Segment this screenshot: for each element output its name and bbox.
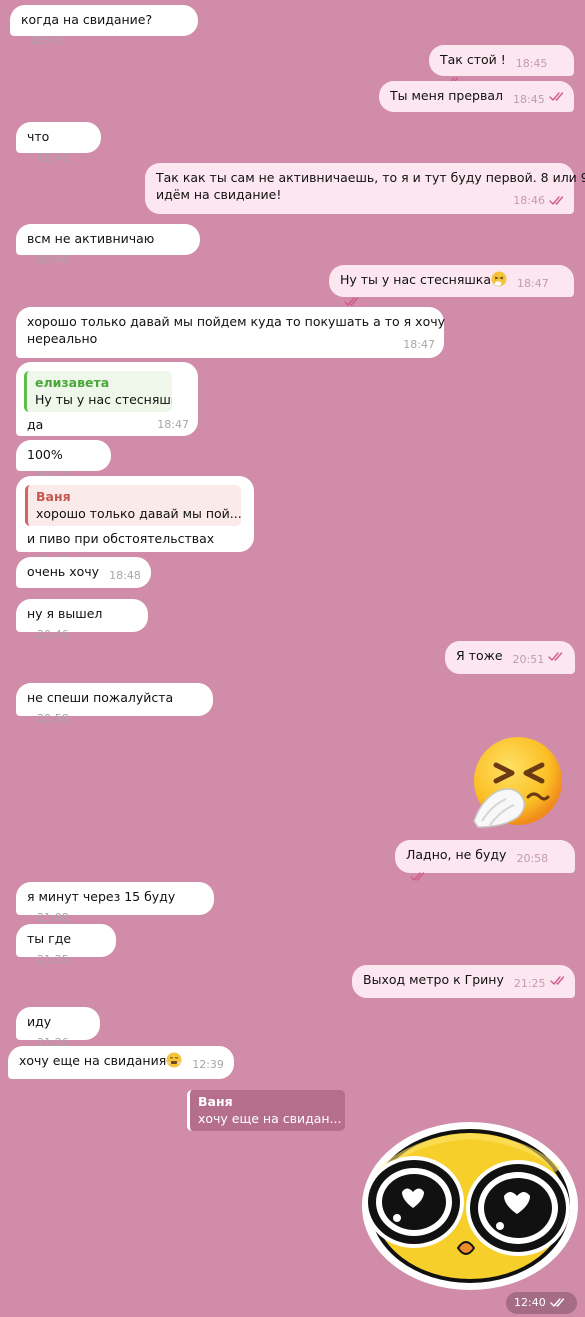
message-time: 21:25 bbox=[37, 953, 69, 966]
reply-author: елизавета bbox=[35, 375, 110, 390]
message-text: Ну ты у нас стесняшка bbox=[340, 272, 492, 287]
message-outgoing[interactable]: Так стой ! 18:45 bbox=[429, 45, 574, 86]
message-outgoing[interactable]: Так как ты сам не активничаешь, то я и т… bbox=[145, 163, 585, 214]
message-text-line: хорошо только давай мы пойдем куда то по… bbox=[27, 314, 445, 329]
message-time: 18:45 bbox=[515, 57, 548, 70]
double-check-icon bbox=[548, 651, 563, 662]
double-check-icon bbox=[410, 871, 425, 882]
message-text: да bbox=[27, 417, 44, 432]
message-incoming[interactable]: не спеши пожалуйста 20:58 bbox=[16, 683, 213, 725]
message-time: 18:45 bbox=[31, 34, 63, 47]
message-incoming[interactable]: хочу еще на свидания 12:39 bbox=[8, 1046, 234, 1079]
chat-history: когда на свидание?18:45 Так стой ! 18:45 … bbox=[0, 0, 585, 1317]
message-incoming[interactable]: я минут через 15 буду21:08 bbox=[16, 882, 214, 924]
message-time: 18:47 bbox=[403, 338, 435, 351]
message-text-line: идём на свидание! bbox=[156, 187, 282, 202]
reply-snippet: Ну ты у нас стесняшк... bbox=[35, 392, 172, 407]
message-text: очень хочу bbox=[27, 564, 100, 579]
message-time: 12:40 bbox=[514, 1296, 546, 1309]
reply-snippet: хочу еще на свидан... bbox=[198, 1111, 342, 1126]
huffing-face-emoji bbox=[166, 1052, 182, 1072]
reply-author: Ваня bbox=[36, 489, 71, 504]
message-incoming[interactable]: очень хочу 18:48 bbox=[16, 557, 151, 588]
reply-author: Ваня bbox=[198, 1094, 233, 1109]
message-outgoing[interactable]: Я тоже 20:51 bbox=[445, 641, 575, 674]
pleading-face-sticker[interactable] bbox=[352, 1110, 580, 1290]
message-time: 18:46 bbox=[513, 194, 545, 207]
message-time: 20:58 bbox=[37, 712, 69, 725]
sticker-time-badge: 12:40 bbox=[506, 1292, 577, 1314]
message-incoming[interactable]: ты где 21:25 bbox=[16, 924, 116, 966]
double-check-icon bbox=[550, 1297, 565, 1308]
message-text: Так стой ! bbox=[440, 52, 506, 67]
message-text: Ты меня прервал bbox=[390, 88, 504, 103]
message-outgoing[interactable]: Выход метро к Грину 21:25 bbox=[352, 965, 575, 998]
sneezing-face-emoji[interactable] bbox=[468, 735, 564, 831]
message-outgoing[interactable]: Ну ты у нас стесняшка 18:47 bbox=[329, 265, 574, 306]
message-text: ну я вышел bbox=[27, 606, 103, 621]
message-incoming[interactable]: что 18:46 bbox=[16, 122, 101, 164]
message-incoming-reply[interactable]: елизавета Ну ты у нас стесняшк... да 18:… bbox=[16, 362, 198, 436]
message-time: 20:58 bbox=[516, 852, 549, 865]
message-time: 18:46 bbox=[37, 253, 69, 266]
message-time: 18:48 bbox=[109, 569, 141, 582]
message-incoming[interactable]: хорошо только давай мы пойдем куда то по… bbox=[16, 307, 445, 358]
message-text-line: нереально bbox=[27, 331, 98, 346]
message-text: Я тоже bbox=[456, 648, 503, 663]
message-incoming[interactable]: всм не активничаю 18:46 bbox=[16, 224, 200, 266]
message-incoming[interactable]: 100%18:47 bbox=[16, 440, 111, 482]
double-check-icon bbox=[549, 195, 564, 206]
reply-snippet: хорошо только давай мы пой... bbox=[36, 506, 241, 521]
message-time: 18:47 bbox=[157, 418, 189, 431]
reply-quote[interactable]: Ваня хорошо только давай мы пой... bbox=[25, 485, 241, 526]
message-text: что bbox=[27, 129, 50, 144]
message-time: 20:46 bbox=[37, 628, 69, 641]
message-text: хочу еще на свидания bbox=[19, 1053, 167, 1068]
double-check-icon bbox=[549, 91, 564, 102]
message-incoming[interactable]: когда на свидание? 18:45 bbox=[10, 5, 198, 47]
message-text: я минут через 15 буду bbox=[27, 889, 176, 904]
message-text: и пиво при обстоятельствах bbox=[27, 531, 215, 546]
message-text-line: Так как ты сам не активничаешь, то я и т… bbox=[156, 170, 585, 185]
message-time: 18:47 bbox=[517, 277, 549, 290]
message-time: 18:46 bbox=[37, 151, 69, 164]
message-text: когда на свидание? bbox=[21, 12, 153, 27]
message-incoming-reply[interactable]: Ваня хорошо только давай мы пой... и пив… bbox=[16, 476, 254, 566]
reply-quote[interactable]: Ваня хочу еще на свидан... bbox=[187, 1090, 345, 1131]
message-time: 20:51 bbox=[512, 653, 545, 666]
message-outgoing[interactable]: Ты меня прервал 18:45 bbox=[379, 81, 574, 112]
message-time: 12:39 bbox=[192, 1058, 224, 1071]
reply-quote[interactable]: елизавета Ну ты у нас стесняшк... bbox=[24, 371, 172, 412]
message-text: Выход метро к Грину bbox=[363, 972, 504, 987]
message-outgoing[interactable]: Ладно, не буду 20:58 bbox=[395, 840, 575, 881]
double-check-icon bbox=[549, 975, 565, 986]
message-text: не спеши пожалуйста bbox=[27, 690, 174, 705]
message-incoming[interactable]: ну я вышел 20:46 bbox=[16, 599, 148, 641]
message-text: ты где bbox=[27, 931, 72, 946]
message-text: Ладно, не буду bbox=[406, 847, 507, 862]
message-text: 100% bbox=[27, 447, 63, 462]
message-incoming[interactable]: иду21:26 bbox=[16, 1007, 100, 1049]
message-time: 18:45 bbox=[513, 93, 545, 106]
double-check-icon bbox=[344, 296, 359, 307]
message-text: всм не активничаю bbox=[27, 231, 155, 246]
message-text: иду bbox=[27, 1014, 52, 1029]
sneezing-face-emoji bbox=[491, 271, 507, 291]
message-time: 21:25 bbox=[513, 977, 546, 990]
